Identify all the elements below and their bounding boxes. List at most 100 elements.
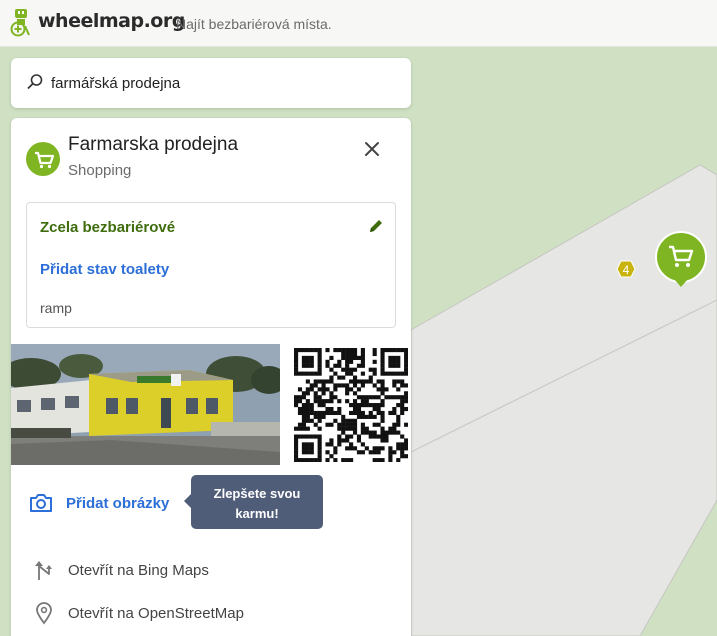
qr-module — [404, 442, 409, 447]
qr-module — [404, 355, 409, 360]
qr-module — [388, 426, 393, 431]
qr-module — [404, 446, 409, 451]
qr-module — [356, 414, 362, 419]
qr-module — [325, 450, 330, 455]
accessibility-note: ramp — [40, 300, 72, 316]
accessibility-status: Zcela bezbariérové — [40, 219, 176, 236]
qr-module — [372, 430, 377, 435]
qr-module — [352, 410, 358, 416]
cluster-marker[interactable]: 4 — [616, 260, 636, 278]
qr-module — [349, 442, 354, 447]
search-input[interactable] — [51, 72, 391, 94]
qr-module — [294, 395, 299, 400]
qr-module — [352, 379, 358, 384]
qr-module — [356, 434, 362, 439]
qr-module — [404, 406, 409, 412]
qr-module — [305, 355, 310, 360]
qr-module — [341, 375, 346, 380]
place-photo[interactable] — [11, 344, 280, 465]
qr-module — [372, 367, 377, 372]
qr-module — [309, 406, 314, 412]
open-bing-maps-link[interactable]: Otevřít na Bing Maps — [33, 557, 209, 583]
qr-module — [294, 446, 299, 451]
qr-module — [321, 403, 326, 408]
qr-module — [317, 446, 322, 451]
qr-module — [317, 414, 322, 419]
qr-module — [317, 426, 322, 431]
qr-module — [356, 450, 362, 455]
qr-module — [360, 450, 365, 455]
qr-module — [380, 391, 385, 396]
qr-module — [309, 446, 314, 451]
qr-module — [380, 418, 385, 423]
qr-module — [349, 422, 354, 427]
qr-module — [388, 348, 393, 353]
qr-module — [349, 351, 354, 357]
qr-module — [372, 406, 377, 412]
qr-module — [360, 414, 365, 419]
qr-module — [352, 403, 358, 408]
qr-module — [380, 383, 385, 388]
qr-module — [317, 379, 322, 384]
qr-module — [305, 387, 310, 392]
qr-module — [294, 367, 299, 372]
add-photos-button[interactable]: Přidat obrázky — [29, 490, 169, 516]
logo-text[interactable]: wheelmap.org — [38, 10, 185, 32]
qr-module — [349, 446, 354, 451]
qr-module — [333, 348, 338, 353]
qr-module — [400, 395, 405, 400]
qr-module — [329, 355, 334, 360]
qr-module — [380, 410, 385, 416]
qr-module — [313, 434, 318, 439]
qr-module — [341, 438, 346, 443]
qr-module — [364, 426, 369, 431]
qr-module — [404, 395, 409, 400]
qr-module — [297, 410, 303, 416]
qr-module — [404, 422, 409, 427]
add-toilet-status-link[interactable]: Přidat stav toalety — [40, 261, 169, 278]
qr-module — [368, 403, 373, 408]
qr-module — [349, 359, 354, 364]
qr-module — [317, 348, 322, 353]
close-icon[interactable] — [361, 138, 383, 160]
qr-module — [360, 422, 365, 427]
qr-module — [309, 442, 314, 447]
qr-module — [400, 371, 405, 376]
qr-module — [356, 406, 362, 412]
qr-module — [345, 371, 350, 376]
qr-module — [400, 442, 405, 447]
qr-module — [376, 406, 381, 412]
qr-module — [305, 442, 310, 447]
add-photos-label: Přidat obrázky — [66, 494, 170, 512]
wheelmap-logo-icon[interactable] — [10, 8, 32, 38]
qr-module — [333, 418, 338, 423]
qr-module — [345, 422, 350, 427]
open-openstreetmap-link[interactable]: Otevřít na OpenStreetMap — [33, 600, 244, 626]
openstreetmap-label: Otevřít na OpenStreetMap — [68, 604, 244, 622]
qr-module — [325, 387, 330, 392]
qr-module — [305, 348, 310, 353]
qr-module — [400, 406, 405, 412]
qr-module — [329, 442, 334, 447]
qr-module — [294, 438, 299, 443]
qr-module — [360, 363, 365, 368]
qr-module — [368, 379, 373, 384]
qr-module — [325, 422, 330, 427]
qr-module — [349, 418, 354, 423]
qr-module — [384, 387, 389, 392]
qr-module — [396, 348, 401, 353]
search-bar[interactable] — [11, 58, 411, 108]
qr-module — [392, 383, 397, 388]
qr-module — [396, 379, 401, 384]
qr-module — [297, 395, 303, 400]
qr-module — [376, 387, 381, 392]
qr-module — [400, 383, 405, 388]
qr-module — [313, 379, 318, 384]
cluster-count: 4 — [623, 263, 630, 277]
qr-module — [364, 395, 369, 400]
pencil-icon[interactable] — [367, 217, 385, 235]
qr-module — [341, 430, 346, 435]
qr-module — [368, 450, 373, 455]
qr-module — [305, 391, 310, 396]
qr-module — [360, 403, 365, 408]
